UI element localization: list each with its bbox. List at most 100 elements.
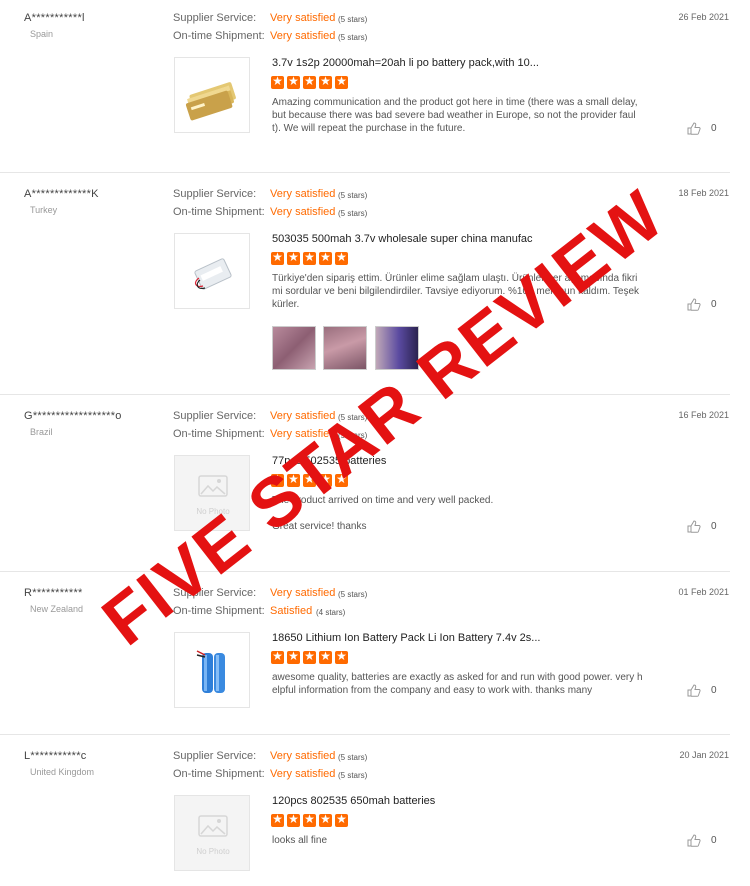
shipment-label: On-time Shipment: <box>173 605 265 617</box>
supplier-stars-count: (5 stars) <box>338 15 368 24</box>
star-icon <box>303 649 316 664</box>
product-thumbnail[interactable]: No Photo <box>174 455 250 531</box>
shipment-label: On-time Shipment: <box>173 428 265 440</box>
star-icon <box>287 250 300 265</box>
star-icon <box>335 74 348 89</box>
supplier-rating: Very satisfied <box>270 410 336 422</box>
star-icon <box>287 812 300 827</box>
like-button[interactable]: 0 <box>687 684 717 697</box>
like-button[interactable]: 0 <box>687 520 717 533</box>
supplier-stars-count: (5 stars) <box>338 191 368 200</box>
reviewer-country: United Kingdom <box>30 767 95 777</box>
review-comment: Amazing communication and the product go… <box>272 97 638 134</box>
image-placeholder-icon: No Photo <box>196 815 230 856</box>
star-icon <box>319 74 332 89</box>
review-divider <box>0 394 730 395</box>
star-rating <box>271 649 348 665</box>
star-rating <box>271 74 348 90</box>
reviewer-name: A*************K <box>24 188 99 200</box>
shipment-rating: Very satisfied <box>270 206 336 218</box>
shipment-rating: Very satisfied <box>270 768 336 780</box>
shipment-rating: Very satisfied <box>270 30 336 42</box>
shipment-label: On-time Shipment: <box>173 30 265 42</box>
product-thumbnail[interactable] <box>174 57 250 133</box>
review-comment: The product arrived on time and very wel… <box>272 495 494 506</box>
reviewer-country: Spain <box>30 29 54 39</box>
image-placeholder-icon: No Photo <box>196 475 230 516</box>
thumbs-up-icon <box>687 122 701 135</box>
review-photo[interactable] <box>375 326 419 370</box>
reviewer-name: R*********** <box>24 587 83 599</box>
review-date: 20 Jan 2021 <box>679 750 729 760</box>
no-photo-label: No Photo <box>196 847 230 856</box>
supplier-stars-count: (5 stars) <box>338 413 368 422</box>
star-icon <box>303 472 316 487</box>
reviewer-country: New Zealand <box>30 604 84 614</box>
star-icon <box>287 472 300 487</box>
star-icon <box>271 472 284 487</box>
product-thumbnail[interactable] <box>174 233 250 309</box>
shipment-stars-count: (5 stars) <box>338 771 368 780</box>
battery-pack-image <box>196 650 225 693</box>
shipment-stars-count: (5 stars) <box>338 431 368 440</box>
review-photo[interactable] <box>323 326 367 370</box>
battery-pack-image <box>185 82 236 121</box>
star-icon <box>287 649 300 664</box>
supplier-service-label: Supplier Service: <box>173 410 257 422</box>
shipment-label: On-time Shipment: <box>173 768 265 780</box>
star-rating <box>271 250 348 266</box>
product-title-link[interactable]: 3.7v 1s2p 20000mah=20ah li po battery pa… <box>272 57 542 69</box>
supplier-service-label: Supplier Service: <box>173 587 257 599</box>
supplier-stars-count: (5 stars) <box>338 753 368 762</box>
battery-cell-image <box>194 258 232 290</box>
product-title-link[interactable]: 77pcs 502535 batteries <box>272 455 542 467</box>
review-divider <box>0 571 730 572</box>
like-button[interactable]: 0 <box>687 834 717 847</box>
star-icon <box>271 74 284 89</box>
no-photo-label: No Photo <box>196 507 230 516</box>
review-date: 16 Feb 2021 <box>678 410 729 420</box>
star-icon <box>335 472 348 487</box>
reviewer-country: Brazil <box>30 427 53 437</box>
product-title-link[interactable]: 120pcs 802535 650mah batteries <box>272 795 542 807</box>
shipment-label: On-time Shipment: <box>173 206 265 218</box>
supplier-service-label: Supplier Service: <box>173 750 257 762</box>
supplier-rating: Very satisfied <box>270 12 336 24</box>
supplier-service-label: Supplier Service: <box>173 188 257 200</box>
star-rating <box>271 472 348 488</box>
star-icon <box>303 812 316 827</box>
reviewer-name: G******************o <box>24 410 122 422</box>
like-button[interactable]: 0 <box>687 122 717 135</box>
thumbs-up-icon <box>687 834 701 847</box>
product-title-link[interactable]: 18650 Lithium Ion Battery Pack Li Ion Ba… <box>272 632 542 644</box>
star-icon <box>319 812 332 827</box>
like-button[interactable]: 0 <box>687 298 717 311</box>
shipment-stars-count: (4 stars) <box>316 608 346 617</box>
star-icon <box>303 250 316 265</box>
star-rating <box>271 812 348 828</box>
star-icon <box>335 812 348 827</box>
supplier-rating: Very satisfied <box>270 188 336 200</box>
star-icon <box>271 250 284 265</box>
star-icon <box>271 812 284 827</box>
review-divider <box>0 734 730 735</box>
review-date: 01 Feb 2021 <box>678 587 729 597</box>
product-thumbnail[interactable] <box>174 632 250 708</box>
supplier-rating: Very satisfied <box>270 750 336 762</box>
shipment-stars-count: (5 stars) <box>338 33 368 42</box>
review-divider <box>0 172 730 173</box>
like-count: 0 <box>711 123 717 134</box>
shipment-stars-count: (5 stars) <box>338 209 368 218</box>
review-photo[interactable] <box>272 326 316 370</box>
review-comment: Türkiye'den sipariş ettim. Ürünler elime… <box>272 273 640 310</box>
product-thumbnail[interactable]: No Photo <box>174 795 250 871</box>
supplier-stars-count: (5 stars) <box>338 590 368 599</box>
star-icon <box>271 649 284 664</box>
like-count: 0 <box>711 299 717 310</box>
like-count: 0 <box>711 521 717 532</box>
like-count: 0 <box>711 685 717 696</box>
thumbs-up-icon <box>687 684 701 697</box>
product-title-link[interactable]: 503035 500mah 3.7v wholesale super china… <box>272 233 542 245</box>
star-icon <box>335 250 348 265</box>
like-count: 0 <box>711 835 717 846</box>
